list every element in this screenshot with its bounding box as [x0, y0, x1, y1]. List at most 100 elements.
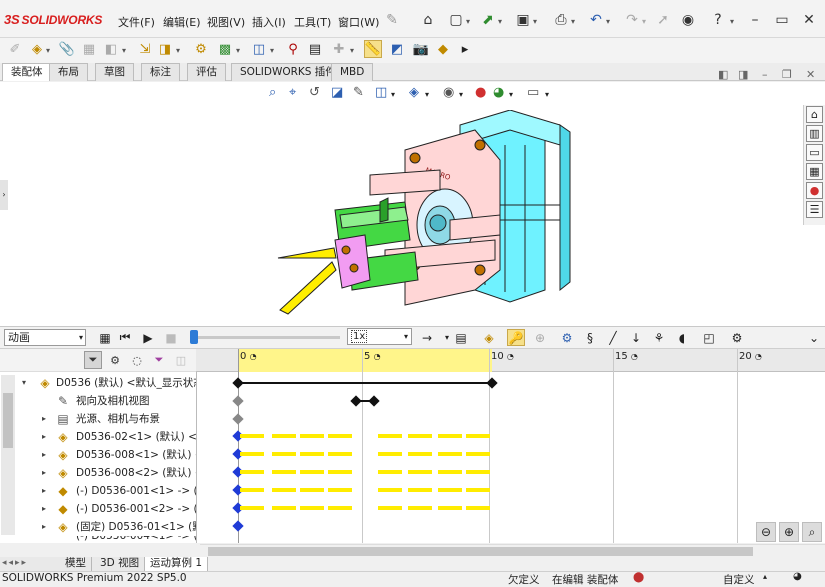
motion-interval-bar[interactable] — [438, 506, 462, 510]
smart-fasteners-icon[interactable]: ◧ — [102, 40, 120, 58]
section-view-icon[interactable]: ◪ — [331, 85, 343, 100]
motion-interval-bar[interactable] — [378, 452, 402, 456]
playback-mode-icon[interactable]: → — [418, 329, 436, 346]
chevron-down-icon[interactable]: ▾ — [571, 17, 575, 26]
tree-item[interactable]: ▸ ◈ D0536-02<1> (默认) <默 — [40, 428, 196, 446]
motion-interval-bar[interactable] — [408, 434, 432, 438]
motion-interval-bar[interactable] — [240, 470, 264, 474]
reference-geometry-icon[interactable]: ▩ — [216, 40, 234, 58]
motion-interval-bar[interactable] — [300, 452, 324, 456]
quick-tips-icon[interactable]: ◕ — [793, 571, 802, 582]
mate-icon[interactable]: 📎 — [58, 40, 76, 58]
zoom-out-timeline-icon[interactable]: ⊖ — [756, 522, 776, 542]
exploded-view-icon[interactable]: ▤ — [306, 40, 324, 58]
menu-insert[interactable]: 插入(I) — [252, 14, 286, 30]
motion-interval-bar[interactable] — [240, 434, 264, 438]
snapshot-icon[interactable]: 📷 — [412, 40, 430, 58]
chevron-down-icon[interactable]: ▾ — [236, 46, 240, 55]
previous-view-icon[interactable]: ↺ — [309, 85, 320, 100]
save-icon[interactable]: ▣ — [513, 10, 533, 30]
assembly-features-icon[interactable]: ⚙ — [192, 40, 210, 58]
motion-interval-bar[interactable] — [300, 434, 324, 438]
hide-show-items-icon[interactable]: ◉ — [443, 85, 454, 100]
tree-item[interactable]: ▸ ◈ D0536-008<2> (默认) <- — [40, 464, 196, 482]
filter-selected-icon[interactable]: ◌ — [128, 351, 146, 369]
tab-mbd[interactable]: MBD — [331, 63, 374, 81]
root-key-bar[interactable] — [238, 382, 492, 384]
timeline-area[interactable] — [196, 349, 825, 543]
chevron-down-icon[interactable]: ▾ — [642, 17, 646, 26]
tab-sketch[interactable]: 草图 — [95, 63, 134, 81]
motion-interval-bar[interactable] — [272, 506, 296, 510]
playback-slider[interactable] — [190, 336, 340, 339]
motion-interval-bar[interactable] — [466, 470, 490, 474]
motion-interval-bar[interactable] — [240, 506, 264, 510]
filter-results-icon[interactable]: ⏷ — [150, 351, 168, 369]
minimize-icon[interactable]: – — [745, 10, 765, 30]
motion-interval-bar[interactable] — [408, 452, 432, 456]
filter-driving-icon[interactable]: ⚙ — [106, 351, 124, 369]
chevron-up-icon[interactable]: ▴ — [763, 572, 767, 581]
doc-restore-icon[interactable]: ❐ — [782, 68, 792, 81]
apply-scene-icon[interactable]: ◕ — [493, 85, 504, 100]
zoom-to-fit-icon[interactable]: ⌕ — [269, 85, 276, 100]
motion-interval-bar[interactable] — [272, 452, 296, 456]
file-explorer-icon[interactable]: ▭ — [806, 144, 823, 161]
motion-interval-bar[interactable] — [240, 452, 264, 456]
expand-icon[interactable]: ▸ — [42, 428, 46, 446]
zoom-in-timeline-icon[interactable]: ⊕ — [779, 522, 799, 542]
motion-interval-bar[interactable] — [300, 470, 324, 474]
help-icon[interactable]: ? — [708, 10, 728, 30]
motion-interval-bar[interactable] — [328, 488, 352, 492]
dynamic-annotation-icon[interactable]: ✎ — [353, 85, 364, 100]
tab-evaluate[interactable]: 评估 — [187, 63, 226, 81]
tile-left-icon[interactable]: ◧ — [718, 68, 728, 81]
custom-properties-icon[interactable]: ☰ — [806, 201, 823, 218]
bill-of-materials-icon[interactable]: ⚲ — [284, 40, 302, 58]
filter-animated-icon[interactable]: ⏷ — [84, 351, 102, 369]
menu-view[interactable]: 视图(V) — [207, 14, 245, 30]
study-type-select[interactable]: 动画 ▾ — [4, 329, 86, 346]
play-icon[interactable]: ▶ — [139, 329, 157, 346]
tree-root-row[interactable]: ▾ ◈ D0536 (默认) <默认_显示状态 — [18, 374, 196, 392]
solidworks-logo[interactable]: 3S SOLIDWORKS — [4, 12, 102, 27]
pin-icon[interactable]: ✎ — [382, 10, 402, 30]
appearances-icon[interactable]: ● — [806, 182, 823, 199]
menu-file[interactable]: 文件(F) — [118, 14, 155, 30]
motion-interval-bar[interactable] — [408, 488, 432, 492]
tree-scrollbar[interactable] — [1, 375, 15, 535]
design-library-icon[interactable]: ▥ — [806, 125, 823, 142]
more-arrow-icon[interactable]: ▸ — [456, 40, 474, 58]
motion-interval-bar[interactable] — [378, 434, 402, 438]
chevron-down-icon[interactable]: ▾ — [509, 90, 513, 99]
chevron-down-icon[interactable]: ▾ — [730, 17, 734, 26]
close-icon[interactable]: ✕ — [799, 10, 819, 30]
view-orientation-icon[interactable]: ◫ — [375, 85, 387, 100]
chevron-down-icon[interactable]: ▾ — [176, 46, 180, 55]
motion-interval-bar[interactable] — [466, 488, 490, 492]
autokey-icon[interactable]: 🔑 — [507, 329, 525, 346]
instant3d-icon[interactable]: ✚ — [330, 40, 348, 58]
new-motion-study-icon[interactable]: ◫ — [250, 40, 268, 58]
calculate-icon[interactable]: ▦ — [96, 329, 114, 346]
chevron-down-icon[interactable]: ▾ — [545, 90, 549, 99]
expand-icon[interactable]: ▸ — [42, 410, 46, 428]
view-palette-icon[interactable]: ▦ — [806, 163, 823, 180]
motion-interval-bar[interactable] — [378, 488, 402, 492]
motion-interval-bar[interactable] — [272, 488, 296, 492]
linear-pattern-icon[interactable]: ▦ — [80, 40, 98, 58]
menu-edit[interactable]: 编辑(E) — [163, 14, 201, 30]
tab-3d-views[interactable]: 3D 视图 — [95, 557, 146, 571]
collapse-all-icon[interactable]: ◫ — [172, 351, 190, 369]
tile-right-icon[interactable]: ◨ — [738, 68, 748, 81]
chevron-down-icon[interactable]: ▾ — [425, 90, 429, 99]
damper-icon[interactable]: ╱ — [604, 329, 622, 346]
chevron-down-icon[interactable]: ▾ — [459, 90, 463, 99]
redo-icon[interactable]: ↷ — [622, 10, 642, 30]
playback-slider-thumb[interactable] — [190, 330, 198, 344]
contact-icon[interactable]: ⚘ — [650, 329, 668, 346]
menu-tools[interactable]: 工具(T) — [294, 14, 331, 30]
menu-window[interactable]: 窗口(W) — [338, 14, 379, 30]
move-component-icon[interactable]: ⇲ — [136, 40, 154, 58]
chevron-down-icon[interactable]: ▾ — [46, 46, 50, 55]
